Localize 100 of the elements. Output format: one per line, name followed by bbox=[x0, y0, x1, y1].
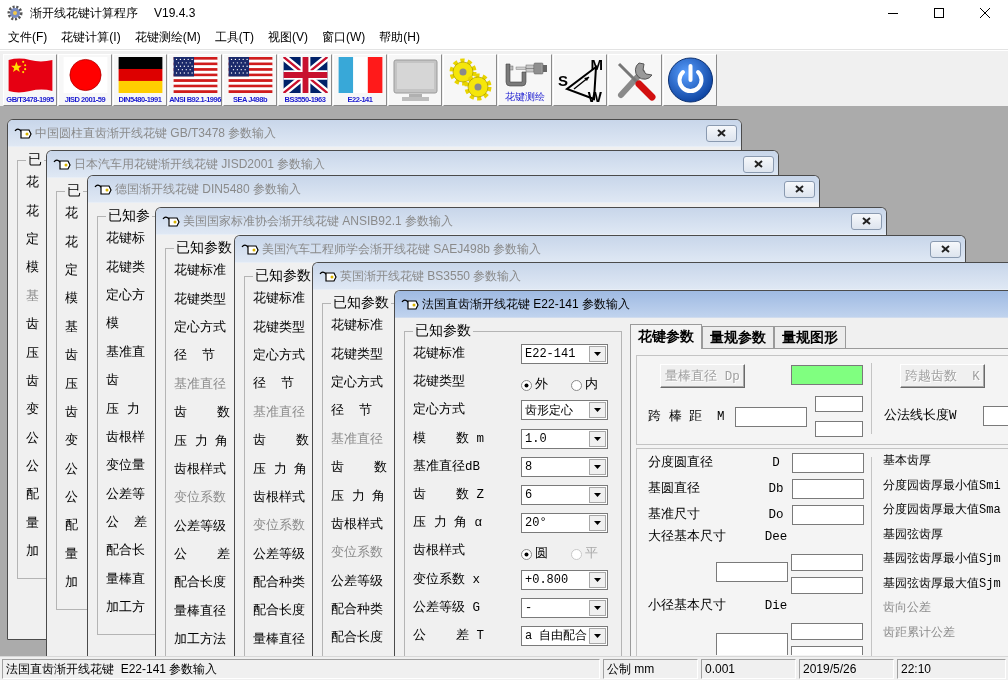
field-label: 变位系数 bbox=[253, 518, 305, 535]
input-field[interactable] bbox=[792, 453, 864, 473]
input-field[interactable] bbox=[716, 562, 788, 582]
tag-icon bbox=[14, 127, 32, 139]
tab[interactable]: 量规参数 bbox=[702, 326, 774, 348]
app-title: 渐开线花键计算程序 bbox=[30, 4, 138, 22]
field-label: 加 bbox=[26, 544, 39, 561]
radio-label[interactable]: 圆 bbox=[535, 546, 548, 563]
close-button[interactable] bbox=[706, 124, 737, 142]
combo-box[interactable]: a 自由配合 bbox=[521, 625, 608, 646]
field-label: 跨 棒 距 M bbox=[648, 408, 725, 425]
field-label: 配 bbox=[26, 487, 39, 504]
field-label: 齿 数 bbox=[174, 405, 230, 422]
input-field[interactable] bbox=[814, 421, 863, 437]
symbol-label: Die bbox=[764, 598, 788, 614]
field-label: 径 节 bbox=[174, 348, 215, 365]
window-title: 日本汽车用花键渐开线花键 JISD2001 参数输入 bbox=[74, 155, 326, 173]
symbol-label: Do bbox=[768, 507, 784, 523]
field-label: 变位量 bbox=[106, 458, 145, 475]
input-field[interactable] bbox=[982, 406, 1008, 426]
field-label: 公 差 bbox=[106, 515, 147, 532]
combo-box[interactable]: 8 bbox=[521, 456, 608, 477]
field-label: 配 bbox=[65, 518, 78, 535]
field-label: 变 bbox=[26, 402, 39, 419]
combo-box[interactable]: 20° bbox=[521, 513, 608, 534]
field-label: 公 bbox=[65, 490, 78, 507]
field-label: 定心方 bbox=[106, 287, 145, 304]
radio-button[interactable] bbox=[571, 379, 582, 391]
tag-icon bbox=[94, 183, 112, 195]
input-field[interactable] bbox=[792, 479, 864, 499]
flag-icon bbox=[337, 57, 383, 93]
combo-box[interactable]: +0.800 bbox=[521, 569, 608, 590]
input-field[interactable] bbox=[792, 505, 864, 525]
field-label: 齿 数 bbox=[253, 433, 309, 450]
close-icon bbox=[754, 160, 763, 168]
menu-item[interactable]: 文件(F) bbox=[1, 29, 55, 46]
field-label: 齿距累计公差 bbox=[883, 624, 955, 641]
input-field[interactable] bbox=[791, 577, 863, 594]
menu-item[interactable]: 帮助(H) bbox=[372, 29, 427, 46]
combo-box[interactable]: 1.0 bbox=[521, 428, 608, 449]
close-icon bbox=[980, 8, 990, 18]
field-label: 基准尺寸 bbox=[648, 507, 701, 523]
field-label: 定心方式 bbox=[331, 374, 383, 391]
tab[interactable]: 量规图形 bbox=[774, 326, 846, 348]
field-label: 花键类型 bbox=[174, 291, 226, 308]
status-text: 0.001 bbox=[701, 659, 796, 679]
combo-box[interactable]: - bbox=[521, 597, 608, 618]
tab[interactable]: 花键参数 bbox=[630, 324, 702, 349]
radio-label[interactable]: 外 bbox=[535, 377, 548, 394]
radio-button[interactable] bbox=[521, 548, 532, 560]
status-text: 22:10 bbox=[897, 659, 1006, 679]
combo-box[interactable]: 6 bbox=[521, 485, 608, 506]
flag-icon bbox=[172, 57, 218, 93]
input-field[interactable] bbox=[791, 623, 863, 640]
close-button[interactable] bbox=[743, 155, 774, 173]
field-label: 基准直径 bbox=[174, 376, 226, 393]
radio-label[interactable]: 内 bbox=[585, 377, 598, 394]
input-field[interactable] bbox=[791, 554, 863, 571]
toolbar-button[interactable] bbox=[608, 54, 662, 106]
field-label: 齿根样式 bbox=[331, 516, 383, 533]
field-label: 齿根样式 bbox=[174, 461, 226, 478]
close-button[interactable] bbox=[851, 212, 882, 230]
input-field[interactable] bbox=[716, 633, 788, 655]
input-field[interactable] bbox=[814, 396, 863, 412]
field-label: 花键标准 bbox=[253, 291, 305, 308]
menu-item[interactable]: 窗口(W) bbox=[315, 29, 373, 46]
combo-box[interactable]: 齿形定心 bbox=[521, 400, 608, 421]
field-label: 配合种类 bbox=[331, 602, 383, 619]
toolbar-button[interactable] bbox=[663, 54, 717, 106]
field-label: 齿 bbox=[26, 317, 39, 334]
field-label: 齿 bbox=[26, 373, 39, 390]
field-label: 花键类型 bbox=[331, 346, 383, 363]
close-icon bbox=[717, 129, 726, 137]
field-label: 公 bbox=[65, 461, 78, 478]
field-label: 齿 bbox=[65, 348, 78, 365]
field-label: 花键类 bbox=[106, 259, 145, 276]
input-field[interactable] bbox=[734, 406, 807, 427]
window-title: 美国汽车工程师学会渐开线花键 SAEJ498b 参数输入 bbox=[262, 240, 542, 258]
menu-item[interactable]: 视图(V) bbox=[261, 29, 315, 46]
close-button[interactable] bbox=[930, 240, 961, 258]
field-label: 变位系数 bbox=[174, 490, 226, 507]
field-label: 变位系数 bbox=[331, 545, 383, 562]
field-label: 配合长度 bbox=[174, 575, 226, 592]
menu-item[interactable]: 工具(T) bbox=[207, 29, 261, 46]
menu-item[interactable]: 花键测绘(M) bbox=[127, 29, 208, 46]
tag-icon bbox=[241, 243, 259, 255]
field-label: 大径基本尺寸 bbox=[648, 529, 727, 545]
monitor-icon bbox=[391, 57, 439, 103]
field-label: 基 bbox=[65, 319, 78, 336]
close-button[interactable] bbox=[784, 180, 815, 198]
window-title: 中国圆柱直齿渐开线花键 GB/T3478 参数输入 bbox=[35, 124, 277, 142]
tag-icon bbox=[319, 270, 337, 282]
field-label: 齿根样式 bbox=[413, 543, 466, 560]
group-title: 已知参数 bbox=[331, 294, 391, 312]
input-field[interactable] bbox=[791, 646, 863, 655]
flag-icon bbox=[7, 57, 53, 93]
radio-button[interactable] bbox=[521, 379, 532, 391]
toolbar-button[interactable]: 花键测绘 bbox=[498, 54, 552, 106]
menu-item[interactable]: 花键计算(I) bbox=[54, 29, 128, 46]
combo-box[interactable]: E22-141 bbox=[521, 344, 608, 365]
